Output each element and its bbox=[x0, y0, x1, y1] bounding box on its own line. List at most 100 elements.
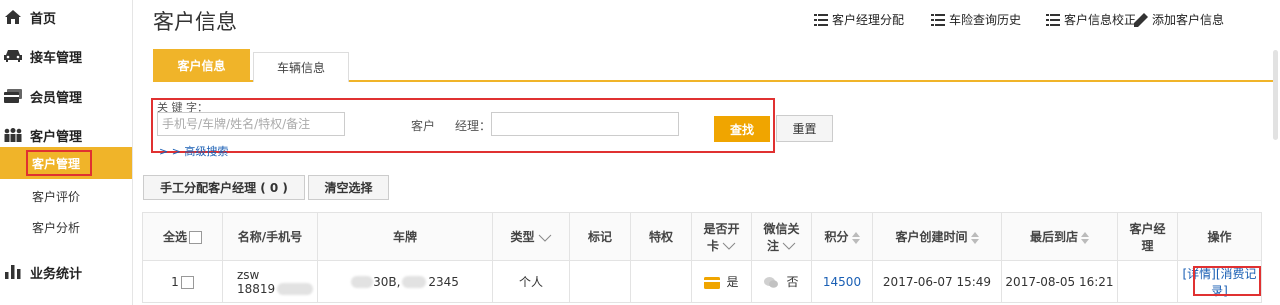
highlight-box-subnav bbox=[26, 150, 92, 176]
table-row: 1 zsw 18819 30B, 2345 个人 是 否 14500 2017-0… bbox=[142, 260, 1262, 303]
sort-icon bbox=[851, 231, 860, 244]
header-card[interactable]: 是否开卡 bbox=[691, 212, 752, 261]
redacted-plate-prefix bbox=[351, 276, 374, 288]
subnav-customer-reviews-label: 客户评价 bbox=[32, 189, 81, 204]
header-tag: 标记 bbox=[569, 212, 631, 261]
card-icon bbox=[704, 276, 721, 289]
list-icon bbox=[1046, 13, 1060, 26]
tab-vehicle-info[interactable]: 车辆信息 bbox=[253, 52, 349, 82]
redacted-plate-middle bbox=[402, 276, 427, 288]
nav-reception-label: 接车管理 bbox=[30, 50, 83, 66]
row-tag bbox=[569, 260, 631, 303]
row-points[interactable]: 14500 bbox=[811, 260, 873, 303]
correct-info-action[interactable]: 客户信息校正 bbox=[1046, 11, 1136, 28]
row-manager bbox=[1117, 260, 1178, 303]
nav-members-label: 会员管理 bbox=[30, 90, 83, 106]
row-privilege bbox=[630, 260, 692, 303]
page-title: 客户信息 bbox=[153, 10, 237, 34]
header-wechat-line1: 微信关 bbox=[763, 221, 800, 236]
header-wechat-line2: 注 bbox=[752, 237, 811, 254]
subnav-customer-reviews[interactable]: 客户评价 bbox=[0, 180, 132, 212]
row-index: 1 bbox=[171, 274, 179, 289]
keyword-input[interactable] bbox=[157, 112, 345, 136]
chevron-down-icon bbox=[782, 242, 796, 250]
manager-label-customer: 客户 bbox=[411, 119, 436, 133]
header-manager: 客户经理 bbox=[1117, 212, 1178, 261]
header-card-line1: 是否开 bbox=[703, 221, 740, 236]
card-icon bbox=[2, 89, 24, 103]
assign-manager-action[interactable]: 客户经理分配 bbox=[814, 11, 904, 28]
header-wechat-line2-text: 注 bbox=[766, 238, 779, 253]
row-wechat-cell: 否 bbox=[751, 260, 812, 303]
sort-icon bbox=[1081, 231, 1089, 244]
correct-info-action-label: 客户信息校正 bbox=[1064, 13, 1137, 27]
row-checkbox[interactable] bbox=[180, 275, 194, 289]
header-points-label: 积分 bbox=[824, 230, 849, 244]
insurance-history-action[interactable]: 车险查询历史 bbox=[931, 11, 1021, 28]
row-last-visit: 2017-08-05 16:21 bbox=[1001, 260, 1118, 303]
row-card-cell: 是 bbox=[691, 260, 752, 303]
nav-statistics[interactable]: 业务统计 bbox=[0, 262, 82, 282]
row-select-cell[interactable]: 1 bbox=[142, 260, 223, 303]
add-customer-action[interactable]: 添加客户信息 bbox=[1134, 11, 1224, 28]
row-card: 是 bbox=[726, 275, 739, 289]
home-icon bbox=[2, 10, 24, 24]
list-icon bbox=[814, 13, 828, 26]
reset-button[interactable]: 重置 bbox=[776, 115, 833, 142]
header-last-visit-label: 最后到店 bbox=[1029, 230, 1078, 244]
subnav-customer-analysis[interactable]: 客户分析 bbox=[0, 211, 132, 243]
nav-members[interactable]: 会员管理 bbox=[0, 86, 82, 106]
header-select-all[interactable]: 全选 bbox=[142, 212, 223, 261]
bar-chart-icon bbox=[2, 265, 24, 279]
header-wechat[interactable]: 微信关注 bbox=[751, 212, 812, 261]
clear-selection-button[interactable]: 清空选择 bbox=[308, 175, 389, 200]
row-plate-b: 2345 bbox=[428, 274, 459, 289]
pencil-icon bbox=[1134, 12, 1148, 27]
header-manager-line2: 理 bbox=[1141, 238, 1154, 253]
header-points[interactable]: 积分 bbox=[811, 212, 873, 261]
select-all-checkbox[interactable] bbox=[189, 231, 202, 244]
row-plate-a: 30B, bbox=[373, 274, 401, 289]
row-name-cell: zsw 18819 bbox=[222, 260, 318, 303]
add-customer-action-label: 添加客户信息 bbox=[1152, 13, 1225, 27]
header-type[interactable]: 类型 bbox=[492, 212, 570, 261]
manager-label: 经理： bbox=[455, 119, 492, 133]
header-card-line2-text: 卡 bbox=[706, 238, 719, 253]
car-icon bbox=[2, 49, 24, 63]
row-type: 个人 bbox=[492, 260, 570, 303]
redacted-phone bbox=[277, 283, 314, 295]
tab-customer-info[interactable]: 客户信息 bbox=[153, 49, 250, 82]
nav-home[interactable]: 首页 bbox=[0, 7, 56, 27]
scrollbar[interactable] bbox=[1273, 50, 1278, 140]
search-button[interactable]: 查找 bbox=[714, 116, 770, 142]
row-created: 2017-06-07 15:49 bbox=[872, 260, 1002, 303]
subnav-customer-analysis-label: 客户分析 bbox=[32, 220, 81, 235]
customer-table: 全选 名称/手机号 车牌 类型 标记 特权 是否开卡 微信关注 积分 客户创建时… bbox=[142, 212, 1262, 303]
nav-reception[interactable]: 接车管理 bbox=[0, 46, 82, 66]
header-card-line2: 卡 bbox=[692, 237, 751, 254]
highlight-box-consume-record bbox=[1193, 266, 1261, 296]
main-content: 客户信息 客户经理分配 车险查询历史 客户信息校正 添加客户信息 客户信息 车辆… bbox=[132, 0, 1280, 305]
row-plate-cell: 30B, 2345 bbox=[317, 260, 493, 303]
assign-manager-action-label: 客户经理分配 bbox=[832, 13, 905, 27]
header-type-label: 类型 bbox=[510, 230, 535, 244]
nav-statistics-label: 业务统计 bbox=[30, 266, 83, 282]
header-select-all-label: 全选 bbox=[162, 230, 187, 244]
table-header-row: 全选 名称/手机号 车牌 类型 标记 特权 是否开卡 微信关注 积分 客户创建时… bbox=[142, 212, 1262, 261]
nav-customers[interactable]: 客户管理 bbox=[0, 125, 82, 145]
header-plate: 车牌 bbox=[317, 212, 493, 261]
assign-manager-button[interactable]: 手工分配客户经理 ( 0 ) bbox=[143, 175, 305, 200]
header-manager-line1: 客户经 bbox=[1129, 221, 1166, 236]
insurance-history-action-label: 车险查询历史 bbox=[949, 13, 1022, 27]
header-last-visit[interactable]: 最后到店 bbox=[1001, 212, 1118, 261]
header-name: 名称/手机号 bbox=[222, 212, 318, 261]
nav-home-label: 首页 bbox=[30, 11, 57, 27]
list-icon bbox=[931, 13, 945, 26]
chevron-down-icon bbox=[722, 242, 736, 250]
wechat-icon bbox=[764, 277, 779, 288]
header-ops: 操作 bbox=[1177, 212, 1262, 261]
manager-input[interactable] bbox=[491, 112, 679, 136]
tab-bar: 客户信息 车辆信息 bbox=[153, 49, 1276, 82]
header-created[interactable]: 客户创建时间 bbox=[872, 212, 1002, 261]
advanced-search-link[interactable]: > > 高级搜索 bbox=[159, 143, 228, 159]
